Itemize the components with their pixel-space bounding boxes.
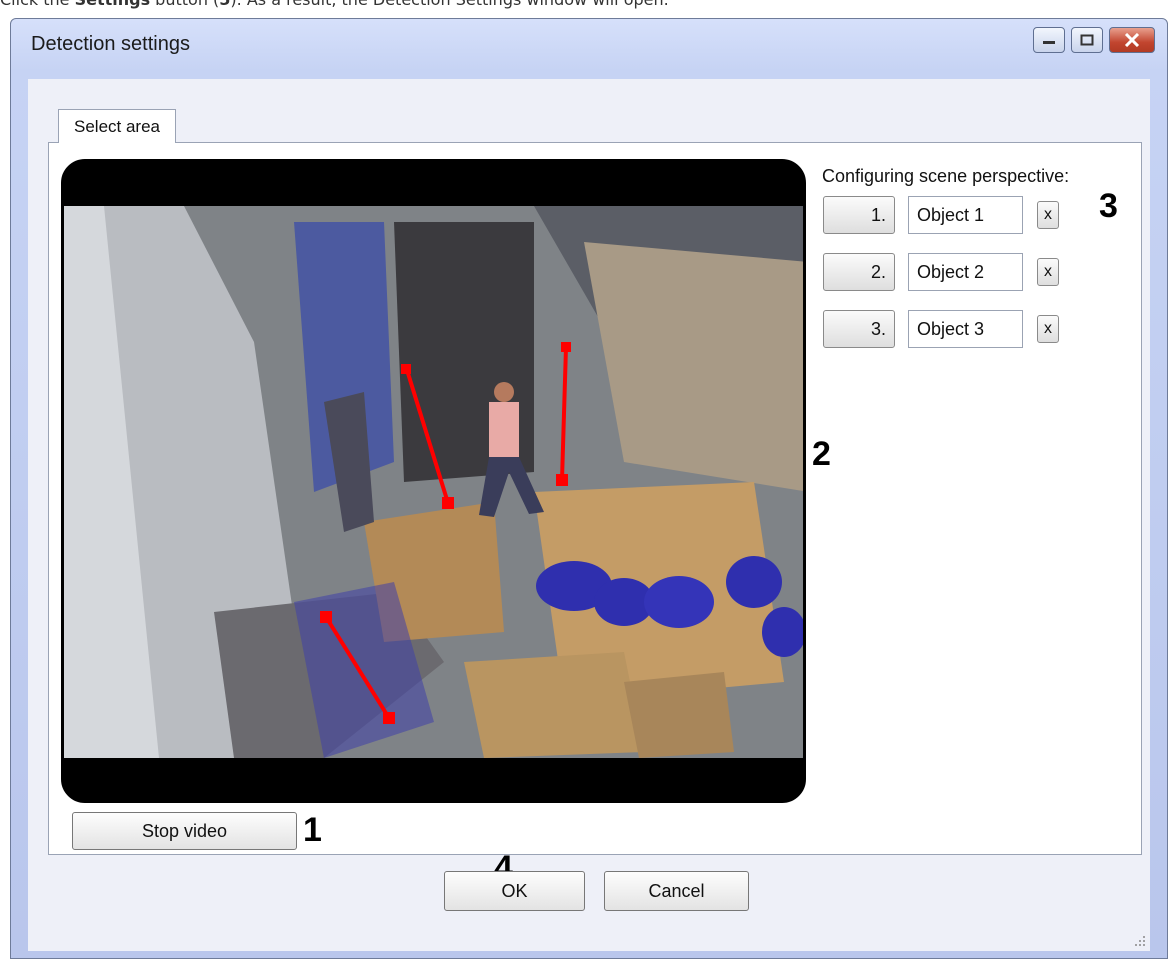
object-2-name-field[interactable] xyxy=(908,253,1023,291)
ok-button[interactable]: OK xyxy=(444,871,585,911)
maximize-icon xyxy=(1080,34,1094,46)
window-controls xyxy=(1027,27,1155,53)
document-instruction: Click the Settings button (5). As a resu… xyxy=(0,0,1171,11)
minimize-button[interactable] xyxy=(1033,27,1065,53)
stop-video-button[interactable]: Stop video xyxy=(72,812,297,850)
dialog-client-area: Select area Configuring scene perspectiv… xyxy=(28,79,1150,951)
object-2-button[interactable]: 2. xyxy=(823,253,895,291)
resize-grip-icon[interactable] xyxy=(1134,935,1146,947)
callout-1: 1 xyxy=(303,811,322,849)
tab-page-select-area: Configuring scene perspective: 1. x 2. x… xyxy=(48,142,1142,855)
warehouse-camera-image xyxy=(64,162,803,800)
perspective-label: Configuring scene perspective: xyxy=(822,166,1070,186)
callout-3: 3 xyxy=(1099,187,1118,225)
detection-settings-window: Detection settings Select area Configuri… xyxy=(10,18,1168,959)
object-row-1: 1. x xyxy=(823,196,1059,234)
object-3-remove-button[interactable]: x xyxy=(1037,315,1059,343)
window-title: Detection settings xyxy=(31,33,190,55)
callout-2: 2 xyxy=(812,435,831,473)
minimize-icon xyxy=(1043,41,1055,44)
object-3-button[interactable]: 3. xyxy=(823,310,895,348)
object-1-button[interactable]: 1. xyxy=(823,196,895,234)
close-button[interactable] xyxy=(1109,27,1155,53)
video-preview[interactable] xyxy=(61,159,806,803)
close-icon xyxy=(1124,33,1140,47)
object-1-name-field[interactable] xyxy=(908,196,1023,234)
tab-select-area[interactable]: Select area xyxy=(58,109,176,143)
cancel-button[interactable]: Cancel xyxy=(604,871,749,911)
object-1-remove-button[interactable]: x xyxy=(1037,201,1059,229)
object-3-name-field[interactable] xyxy=(908,310,1023,348)
object-row-3: 3. x xyxy=(823,310,1059,348)
object-2-remove-button[interactable]: x xyxy=(1037,258,1059,286)
object-row-2: 2. x xyxy=(823,253,1059,291)
maximize-button[interactable] xyxy=(1071,27,1103,53)
